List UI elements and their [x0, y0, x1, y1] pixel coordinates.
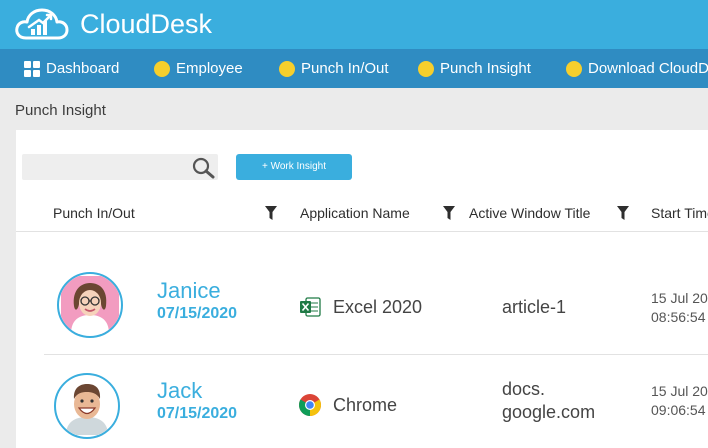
nav-item-label: Employee [176, 60, 243, 77]
dot-icon [418, 60, 434, 77]
nav-item-label: Download CloudDesk [588, 60, 708, 77]
column-header-start-time[interactable]: Start Time [651, 205, 708, 221]
app-title: CloudDesk [80, 9, 213, 39]
employee-name[interactable]: Janice [157, 278, 221, 304]
punch-date: 07/15/2020 [157, 405, 238, 422]
employee-name[interactable]: Jack [157, 378, 202, 404]
nav-item-employee[interactable]: Employee [154, 49, 243, 88]
main-nav: Dashboard Employee Punch In/Out Punch In… [0, 49, 708, 88]
dot-icon [279, 60, 295, 77]
dot-icon [566, 60, 582, 77]
filter-icon[interactable] [265, 205, 277, 221]
grid-icon [24, 60, 40, 77]
nav-item-download[interactable]: Download CloudDesk [566, 49, 708, 88]
avatar-male-icon [58, 377, 116, 435]
application-name: Chrome [333, 395, 398, 415]
cloud-logo-icon [15, 8, 69, 40]
nav-item-label: Dashboard [46, 60, 120, 77]
row-divider [44, 354, 708, 355]
avatar-female-icon [61, 276, 119, 334]
dot-icon [154, 60, 170, 77]
work-insight-button[interactable]: + Work Insight [236, 154, 352, 180]
nav-item-punch-insight[interactable]: Punch Insight [418, 49, 531, 88]
search-input[interactable] [22, 154, 218, 180]
nav-item-punch-in-out[interactable]: Punch In/Out [279, 49, 389, 88]
punch-date: 07/15/2020 [157, 305, 238, 322]
start-time: 15 Jul 2020 09:06:54 [651, 383, 708, 418]
application-name: Excel 2020 [333, 297, 423, 317]
column-header-punch-in-out[interactable]: Punch In/Out [53, 205, 135, 221]
search-icon[interactable] [192, 157, 216, 179]
page-title: Punch Insight [15, 102, 106, 119]
column-header-application-name[interactable]: Application Name [300, 205, 410, 221]
nav-item-label: Punch In/Out [301, 60, 389, 77]
window-title: article-1 [502, 297, 567, 317]
nav-item-label: Punch Insight [440, 60, 531, 77]
filter-icon[interactable] [617, 205, 629, 221]
chrome-icon [299, 394, 321, 416]
window-title: docs. google.com [502, 379, 596, 422]
excel-icon [300, 297, 321, 317]
column-header-active-window-title[interactable]: Active Window Title [469, 205, 590, 221]
app-header: CloudDesk [0, 0, 708, 49]
start-time: 15 Jul 2020 08:56:54 [651, 290, 708, 325]
avatar [54, 373, 120, 439]
nav-item-dashboard[interactable]: Dashboard [24, 49, 119, 88]
header-divider [16, 231, 708, 232]
avatar [57, 272, 123, 338]
filter-icon[interactable] [443, 205, 455, 221]
